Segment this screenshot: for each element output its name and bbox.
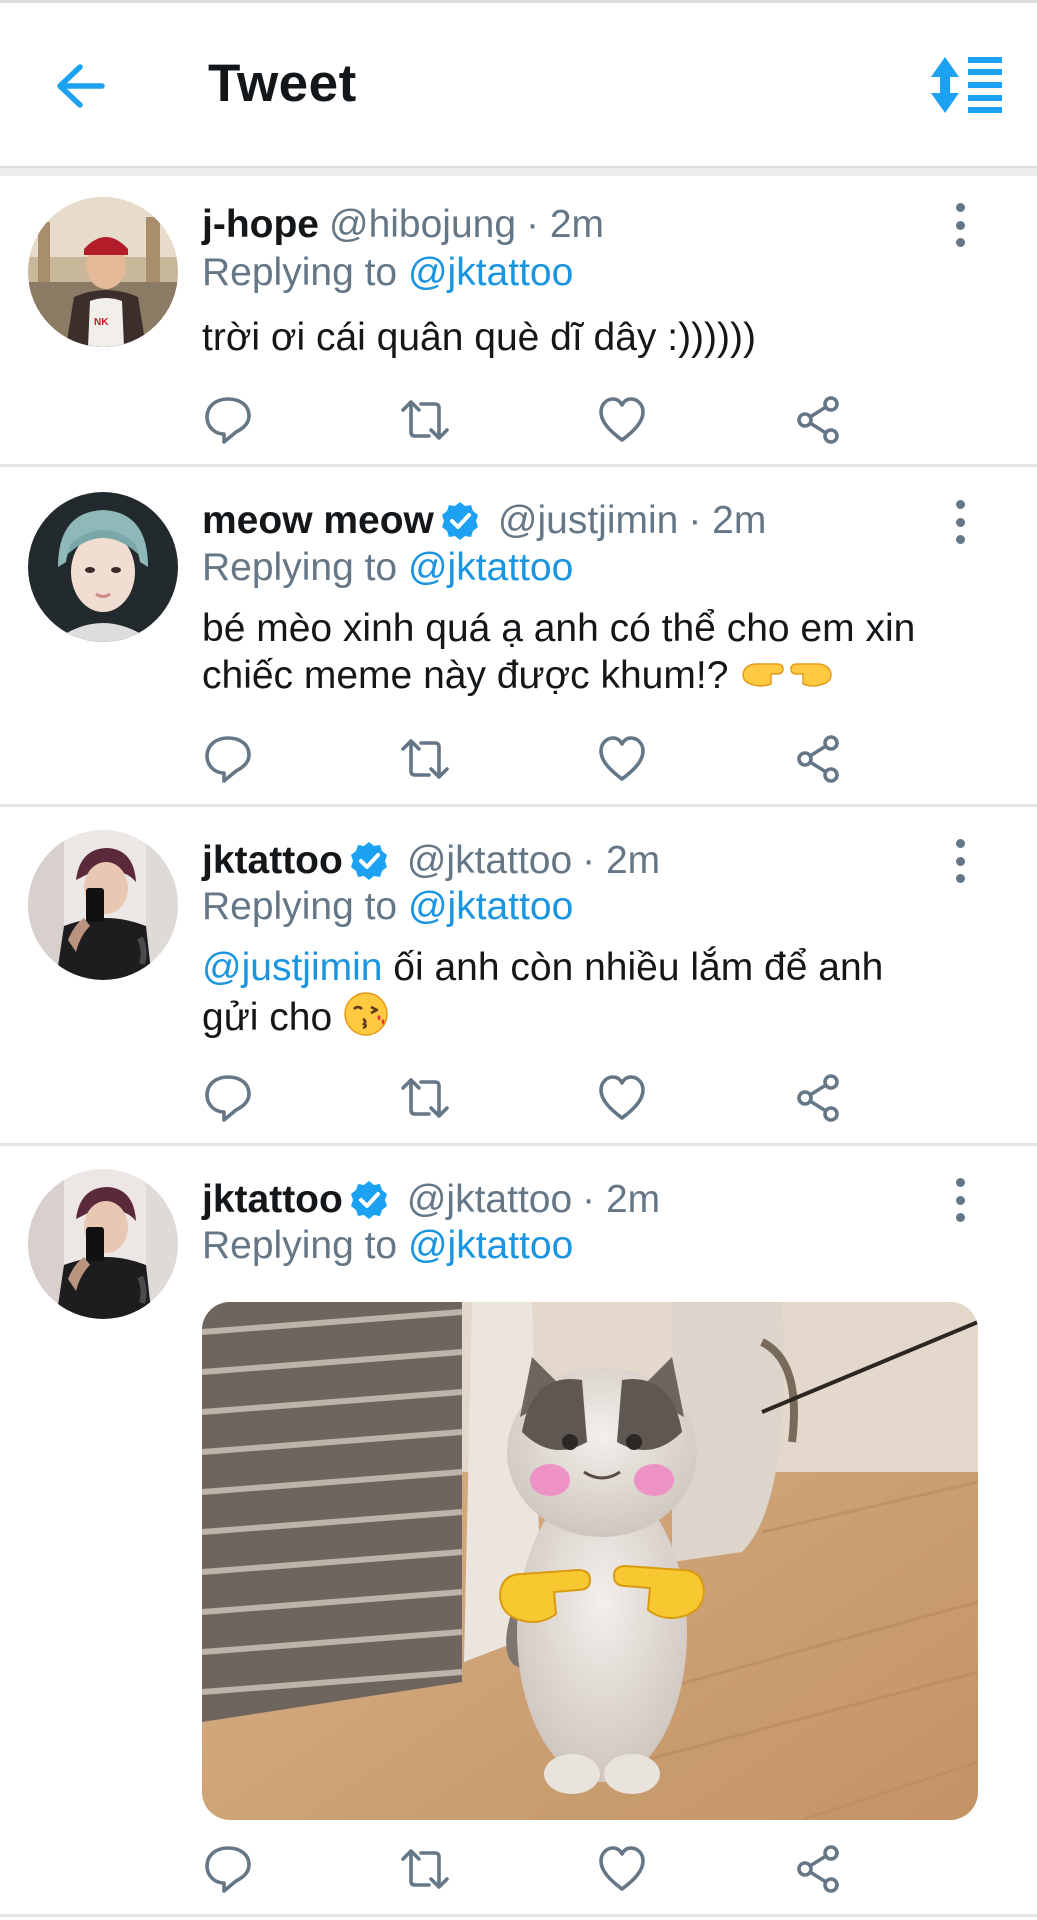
tweet-text: trời ơi cái quân què dĩ dây :)))))) xyxy=(202,316,756,359)
tweet-text-line-1: @justjimin ối anh còn nhiều lắm để anh xyxy=(202,944,992,991)
display-name[interactable]: meow meow xyxy=(202,497,434,545)
sort-button[interactable] xyxy=(928,55,1008,115)
tweet-text-line-2: chiếc meme này được khum!? xyxy=(202,652,992,703)
tweet-header: jktattoo @jktattoo · 2m xyxy=(202,837,660,885)
timestamp: · 2m xyxy=(688,499,767,542)
back-button[interactable] xyxy=(50,58,110,118)
replying-prefix: Replying to xyxy=(202,251,398,294)
timestamp: · 2m xyxy=(526,203,605,246)
retweet-icon[interactable] xyxy=(399,733,451,785)
retweet-icon[interactable] xyxy=(399,1072,451,1124)
avatar[interactable] xyxy=(28,830,178,980)
heart-icon[interactable] xyxy=(596,1072,648,1124)
verified-badge-icon xyxy=(440,501,480,541)
heart-icon[interactable] xyxy=(596,733,648,785)
tweet-text-line-2-text: gửi cho xyxy=(202,995,333,1039)
tweet-actions xyxy=(202,1072,862,1124)
tweet-header: jktattoo @jktattoo · 2m xyxy=(202,1176,660,1224)
more-vertical-icon[interactable] xyxy=(950,1178,970,1222)
avatar[interactable] xyxy=(28,1169,178,1319)
reply-icon[interactable] xyxy=(202,1072,254,1124)
replying-to-link[interactable]: @jktattoo xyxy=(408,251,573,294)
tweet-text: bé mèo xinh quá ạ anh có thể cho em xin … xyxy=(202,605,992,703)
share-icon[interactable] xyxy=(793,1843,845,1895)
replying-prefix: Replying to xyxy=(202,546,398,589)
reply-icon[interactable] xyxy=(202,1843,254,1895)
kissing-face-emoji xyxy=(343,991,389,1048)
tweet-text-line-2-text: chiếc meme này được khum!? xyxy=(202,654,729,697)
retweet-icon[interactable] xyxy=(399,394,451,446)
verified-badge-icon xyxy=(349,841,389,881)
handle: @justjimin xyxy=(497,499,679,542)
tweet-actions xyxy=(202,394,862,446)
handle: @jktattoo xyxy=(406,839,573,882)
svg-text:NK: NK xyxy=(94,317,109,328)
divider xyxy=(0,804,1037,807)
timestamp: · 2m xyxy=(582,839,661,882)
sort-icon xyxy=(928,57,1004,119)
replying-prefix: Replying to xyxy=(202,1224,398,1267)
share-icon[interactable] xyxy=(793,733,845,785)
tweet-actions xyxy=(202,1843,862,1895)
tweet-header: meow meow @justjimin · 2m xyxy=(202,497,766,545)
tweet-text: @justjimin ối anh còn nhiều lắm để anh g… xyxy=(202,944,992,1048)
handle: @hibojung xyxy=(328,203,517,246)
retweet-icon[interactable] xyxy=(399,1843,451,1895)
display-name[interactable]: jktattoo xyxy=(202,837,343,885)
replying-to-link[interactable]: @jktattoo xyxy=(408,1224,573,1267)
handle: @jktattoo xyxy=(406,1178,573,1221)
verified-badge-icon xyxy=(349,1180,389,1220)
reply-icon[interactable] xyxy=(202,394,254,446)
timestamp: · 2m xyxy=(582,1178,661,1221)
more-vertical-icon[interactable] xyxy=(950,839,970,883)
tweet-actions xyxy=(202,733,862,785)
replying-to: Replying to @jktattoo xyxy=(202,249,573,297)
tweet-text-line-2: gửi cho xyxy=(202,991,992,1048)
arrow-left-icon xyxy=(54,63,106,114)
display-name[interactable]: j-hope xyxy=(202,201,319,249)
share-icon[interactable] xyxy=(793,394,845,446)
display-name[interactable]: jktattoo xyxy=(202,1176,343,1224)
replying-to-link[interactable]: @jktattoo xyxy=(408,885,573,928)
tweet-header: j-hope @hibojung · 2m xyxy=(202,201,604,249)
heart-icon[interactable] xyxy=(596,394,648,446)
pointing-fingers-emoji xyxy=(739,652,835,703)
page-title: Tweet xyxy=(208,54,357,113)
more-vertical-icon[interactable] xyxy=(950,500,970,544)
divider xyxy=(0,1143,1037,1146)
top-bar: Tweet xyxy=(0,0,1037,176)
tweet-text-line-1-text: ối anh còn nhiều lắm để anh xyxy=(382,946,884,989)
divider xyxy=(0,464,1037,467)
share-icon[interactable] xyxy=(793,1072,845,1124)
replying-to: Replying to @jktattoo xyxy=(202,544,573,592)
more-vertical-icon[interactable] xyxy=(950,203,970,247)
divider xyxy=(0,1914,1037,1917)
replying-to-link[interactable]: @jktattoo xyxy=(408,546,573,589)
replying-to: Replying to @jktattoo xyxy=(202,1222,573,1270)
heart-icon[interactable] xyxy=(596,1843,648,1895)
tweet-text-line-1: bé mèo xinh quá ạ anh có thể cho em xin xyxy=(202,607,916,650)
reply-icon[interactable] xyxy=(202,733,254,785)
header-divider xyxy=(0,166,1037,176)
tweet-media-image[interactable] xyxy=(202,1302,978,1820)
avatar[interactable]: NK xyxy=(28,197,178,347)
replying-to: Replying to @jktattoo xyxy=(202,883,573,931)
replying-prefix: Replying to xyxy=(202,885,398,928)
avatar[interactable] xyxy=(28,492,178,642)
mention-link[interactable]: @justjimin xyxy=(202,946,382,989)
